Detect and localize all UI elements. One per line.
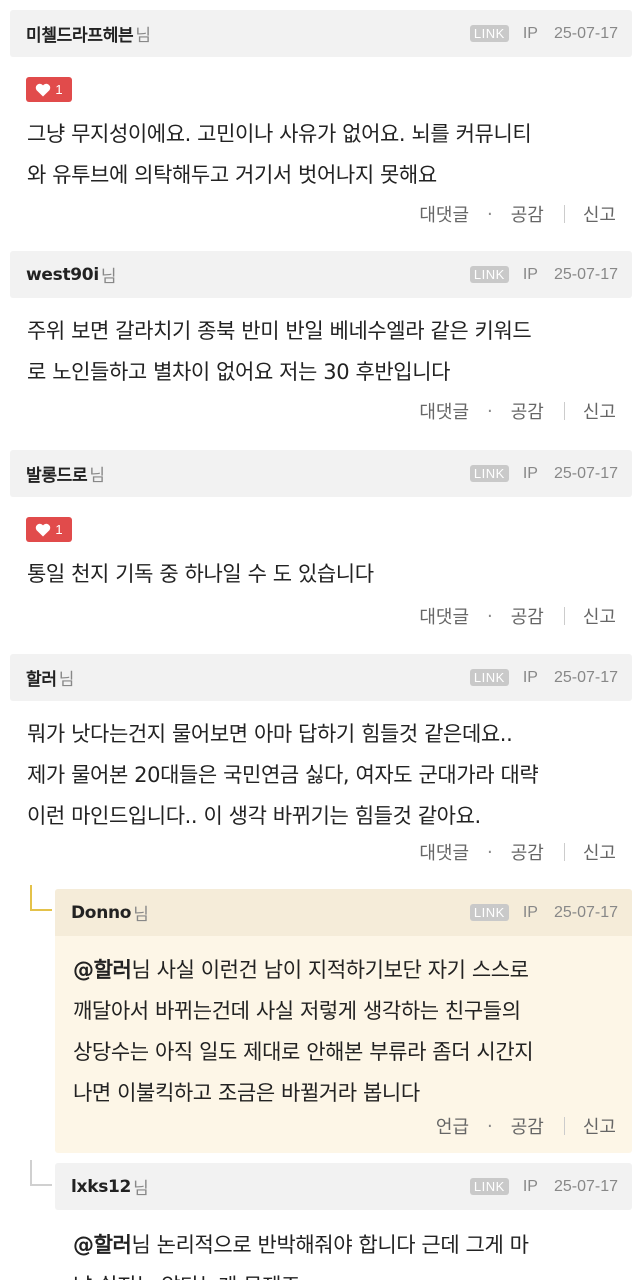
reply-button[interactable]: 대댓글: [419, 398, 469, 424]
ip-label: IP: [522, 668, 538, 686]
reply-line: 상당수는 아직 일도 제대로 안해본 부류라 좀더 시간지: [73, 1040, 534, 1064]
link-badge[interactable]: LINK: [469, 266, 509, 283]
heart-icon: [36, 523, 51, 536]
reply-line: 깨달아서 바뀌는건데 사실 저렇게 생각하는 친구들의: [73, 999, 521, 1023]
comment-line: 이런 마인드입니다.. 이 생각 바뀌기는 힘들것 같아요.: [27, 804, 481, 828]
author-name[interactable]: 미첼드라프헤븐: [26, 21, 134, 46]
reply-connector: [30, 885, 52, 911]
like-count-badge: 1: [26, 517, 72, 542]
divider: [563, 843, 565, 861]
link-badge[interactable]: LINK: [469, 25, 509, 42]
honorific: 님: [100, 267, 117, 287]
comment-date: 25-07-17: [553, 668, 618, 686]
reply-line: 나면 이불킥하고 조금은 바뀔거라 봅니다: [73, 1081, 420, 1105]
like-count: 1: [55, 522, 63, 537]
comment-header: west90i 님 LINK IP 25-07-17: [10, 251, 632, 298]
mention-button[interactable]: 언급: [436, 1113, 469, 1139]
reply-button[interactable]: 대댓글: [419, 839, 469, 865]
comment-line: 로 노인들하고 별차이 없어요 저는 30 후반입니다: [27, 360, 451, 384]
reply-button[interactable]: 대댓글: [419, 201, 469, 227]
comment-date: 25-07-17: [553, 265, 618, 283]
report-button[interactable]: 신고: [583, 603, 616, 629]
reply-header: Donno 님 LINK IP 25-07-17: [55, 889, 632, 936]
comment-date: 25-07-17: [553, 24, 618, 42]
comment-actions: 대댓글 · 공감 신고: [419, 837, 616, 867]
author-name[interactable]: west90i: [26, 265, 99, 285]
comment-line: 제가 물어본 20대들은 국민연금 싫다, 여자도 군대가라 대략: [27, 763, 539, 787]
comment-header: 미첼드라프헤븐 님 LINK IP 25-07-17: [10, 10, 632, 57]
separator-dot: ·: [487, 1115, 493, 1137]
comment-line: 뭐가 낫다는건지 물어보면 아마 답하기 힘들것 같은데요..: [27, 722, 513, 746]
report-button[interactable]: 신고: [583, 1113, 616, 1139]
honorific: 님: [133, 1179, 149, 1199]
ip-label: IP: [522, 265, 538, 283]
heart-icon: [36, 83, 51, 96]
separator-dot: ·: [487, 841, 493, 863]
divider: [563, 607, 565, 625]
reply-body: @할러님 논리적으로 반박해줘야 합니다 근데 그게 마 냥 쉽지는 않다는게 …: [73, 1225, 620, 1280]
comment-header: 발롱드로 님 LINK IP 25-07-17: [10, 450, 632, 497]
comment-date: 25-07-17: [553, 464, 618, 482]
like-button[interactable]: 공감: [511, 603, 544, 629]
author-name[interactable]: lxks12: [71, 1177, 131, 1197]
reply-line-text: 님 사실 이런건 남이 지적하기보단 자기 스스로: [131, 958, 529, 982]
link-badge[interactable]: LINK: [469, 1178, 509, 1195]
reply-button[interactable]: 대댓글: [419, 603, 469, 629]
like-count-badge: 1: [26, 77, 72, 102]
comment-line: 주위 보면 갈라치기 종북 반미 반일 베네수엘라 같은 키워드: [27, 319, 532, 343]
reply-header: lxks12 님 LINK IP 25-07-17: [55, 1163, 632, 1210]
link-badge[interactable]: LINK: [469, 465, 509, 482]
honorific: 님: [58, 670, 75, 690]
reply-line: @할러님 사실 이런건 남이 지적하기보단 자기 스스로: [73, 950, 620, 991]
reply-date: 25-07-17: [553, 1177, 618, 1195]
mention-link[interactable]: @할러: [73, 1233, 132, 1257]
comment-actions: 대댓글 · 공감 신고: [419, 396, 616, 426]
like-button[interactable]: 공감: [511, 398, 544, 424]
report-button[interactable]: 신고: [583, 398, 616, 424]
author-name[interactable]: 발롱드로: [26, 461, 88, 486]
like-button[interactable]: 공감: [511, 839, 544, 865]
ip-label: IP: [522, 24, 538, 42]
ip-label: IP: [522, 1177, 538, 1195]
reply-connector: [30, 1160, 52, 1186]
comment-line: 통일 천지 기독 중 하나일 수 도 있습니다: [27, 562, 374, 586]
report-button[interactable]: 신고: [583, 201, 616, 227]
reply-line: 냥 쉽지는 않다는게 문제죠: [73, 1266, 620, 1280]
report-button[interactable]: 신고: [583, 839, 616, 865]
author-name[interactable]: 할러: [26, 665, 57, 690]
like-count: 1: [55, 82, 63, 97]
honorific: 님: [133, 905, 149, 925]
separator-dot: ·: [487, 400, 493, 422]
like-button[interactable]: 공감: [511, 1113, 544, 1139]
divider: [563, 205, 565, 223]
comment-body: 통일 천지 기독 중 하나일 수 도 있습니다: [27, 554, 620, 595]
divider: [563, 1117, 565, 1135]
separator-dot: ·: [487, 203, 493, 225]
divider: [563, 402, 565, 420]
comment-line: 그냥 무지성이에요. 고민이나 사유가 없어요. 뇌를 커뮤니티: [27, 122, 532, 146]
comment-body: 뭐가 낫다는건지 물어보면 아마 답하기 힘들것 같은데요.. 제가 물어본 2…: [27, 714, 620, 837]
comment-body: 주위 보면 갈라치기 종북 반미 반일 베네수엘라 같은 키워드 로 노인들하고…: [27, 311, 620, 393]
comment-header: 할러 님 LINK IP 25-07-17: [10, 654, 632, 701]
reply-body: @할러님 사실 이런건 남이 지적하기보단 자기 스스로 깨달아서 바뀌는건데 …: [73, 950, 620, 1114]
comment-actions: 대댓글 · 공감 신고: [419, 199, 616, 229]
comment-line: 와 유투브에 의탁해두고 거기서 벗어나지 못해요: [27, 163, 437, 187]
link-badge[interactable]: LINK: [469, 904, 509, 921]
comment-body: 그냥 무지성이에요. 고민이나 사유가 없어요. 뇌를 커뮤니티 와 유투브에 …: [27, 114, 620, 196]
mention-link[interactable]: @할러: [73, 958, 132, 982]
author-name[interactable]: Donno: [71, 903, 131, 923]
ip-label: IP: [522, 464, 538, 482]
like-button[interactable]: 공감: [511, 201, 544, 227]
reply-line-text: 님 논리적으로 반박해줘야 합니다 근데 그게 마: [131, 1233, 529, 1257]
comment-actions: 대댓글 · 공감 신고: [419, 601, 616, 631]
link-badge[interactable]: LINK: [469, 669, 509, 686]
honorific: 님: [89, 466, 106, 486]
reply-line: @할러님 논리적으로 반박해줘야 합니다 근데 그게 마: [73, 1225, 620, 1266]
honorific: 님: [135, 26, 152, 46]
reply-actions: 언급 · 공감 신고: [436, 1111, 616, 1141]
reply-date: 25-07-17: [553, 903, 618, 921]
ip-label: IP: [522, 903, 538, 921]
separator-dot: ·: [487, 605, 493, 627]
